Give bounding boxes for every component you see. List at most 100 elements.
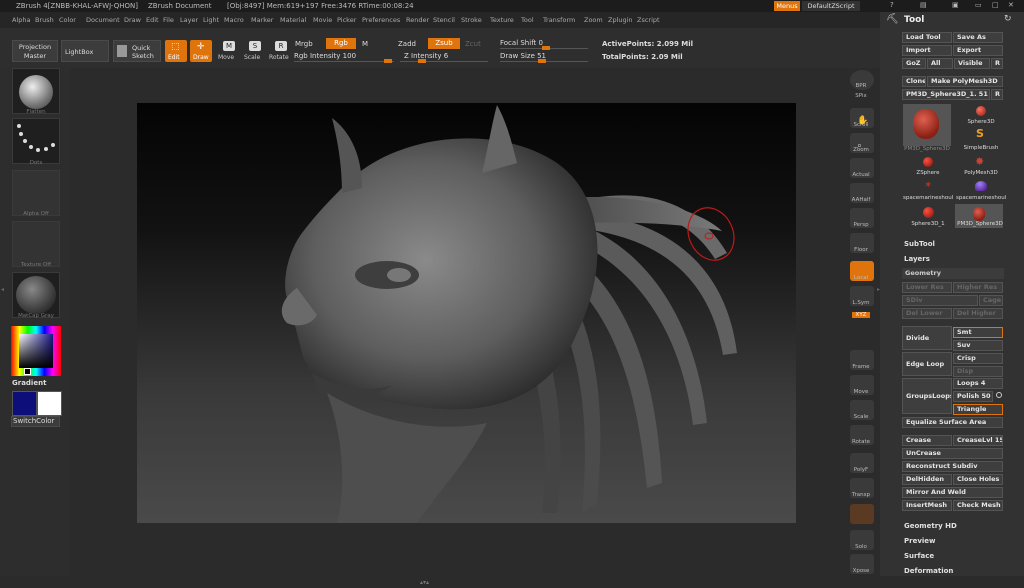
menu-item[interactable]: Zplugin xyxy=(608,16,633,24)
refresh-icon[interactable]: ↻ xyxy=(1004,14,1012,24)
polish-circle-icon[interactable] xyxy=(996,392,1002,398)
make-polymesh-button[interactable]: Make PolyMesh3D xyxy=(927,76,1003,87)
menu-item[interactable]: Material xyxy=(280,16,306,24)
geometry-section-header[interactable]: Geometry xyxy=(902,268,1004,279)
menu-item[interactable]: Layer xyxy=(180,16,198,24)
menu-item[interactable]: Brush xyxy=(35,16,54,24)
geometry-hd-section[interactable]: Geometry HD xyxy=(904,522,957,530)
clone-button[interactable]: Clone xyxy=(902,76,926,87)
projection-master-button[interactable]: Projection Master xyxy=(12,40,58,62)
load-tool-button[interactable]: Load Tool xyxy=(902,32,952,43)
quick-sketch-button[interactable]: Quick Sketch xyxy=(113,40,161,62)
main-color-swatch[interactable] xyxy=(12,391,37,416)
color-picker-marker[interactable] xyxy=(24,368,31,375)
menus-button[interactable]: Menus xyxy=(774,1,800,11)
color-picker[interactable] xyxy=(11,326,61,376)
import-button[interactable]: Import xyxy=(902,45,952,56)
z-intensity-slider[interactable]: Z Intensity 6 xyxy=(404,52,448,60)
sphere3d-icon[interactable] xyxy=(976,106,986,116)
crease-button[interactable]: Crease xyxy=(902,435,952,446)
menu-item[interactable]: Draw xyxy=(124,16,141,24)
menu-item[interactable]: Document xyxy=(86,16,120,24)
export-button[interactable]: Export xyxy=(953,45,1003,56)
groups-loops-button[interactable]: GroupsLoops xyxy=(902,378,952,414)
minimize-icon[interactable]: ▭ xyxy=(975,1,982,9)
switch-color-button[interactable]: SwitchColor xyxy=(11,416,60,427)
simplebrush-icon[interactable]: S xyxy=(976,127,984,140)
spacemarine-icon[interactable]: ✶ xyxy=(924,180,932,191)
help-icon[interactable]: ? xyxy=(890,1,894,9)
menu-item[interactable]: Macro xyxy=(224,16,244,24)
layers-section[interactable]: Layers xyxy=(904,255,930,263)
del-lower-button[interactable]: Del Lower xyxy=(902,308,952,319)
menu-item[interactable]: Movie xyxy=(313,16,332,24)
menu-item[interactable]: Zscript xyxy=(637,16,660,24)
zsub-toggle[interactable]: Zsub xyxy=(428,38,460,49)
layout-icon[interactable]: ▤ xyxy=(920,1,927,9)
draw-size-handle[interactable] xyxy=(538,59,546,63)
brush-selector[interactable] xyxy=(12,68,60,114)
check-mesh-button[interactable]: Check Mesh xyxy=(953,500,1003,511)
color-picker-square[interactable] xyxy=(19,334,53,368)
crisp-toggle[interactable]: Crisp xyxy=(953,353,1003,364)
all-button[interactable]: All xyxy=(927,58,953,69)
save-as-button[interactable]: Save As xyxy=(953,32,1003,43)
zcut-toggle[interactable]: Zcut xyxy=(465,40,481,48)
spacemarine-helmet-icon[interactable] xyxy=(975,181,987,191)
del-higher-button[interactable]: Del Higher xyxy=(953,308,1003,319)
menu-item[interactable]: File xyxy=(163,16,174,24)
lightbox-button[interactable]: LightBox xyxy=(61,40,109,62)
menu-item[interactable]: Marker xyxy=(251,16,273,24)
focal-shift-slider[interactable]: Focal Shift 0 xyxy=(500,39,543,47)
current-tool-r-button[interactable]: R xyxy=(991,89,1003,100)
cage-button[interactable]: Cage xyxy=(979,295,1003,306)
delhidden-button[interactable]: DelHidden xyxy=(902,474,952,485)
xyz-toggle[interactable]: XYZ xyxy=(852,312,870,318)
secondary-color-swatch[interactable] xyxy=(37,391,62,416)
suv-toggle[interactable]: Suv xyxy=(953,340,1003,351)
sphere3d-1-icon[interactable] xyxy=(923,207,934,218)
z-intensity-handle[interactable] xyxy=(418,59,426,63)
equalize-surface-area-button[interactable]: Equalize Surface Area xyxy=(902,417,1003,428)
menu-item[interactable]: Stencil xyxy=(433,16,455,24)
menu-item[interactable]: Preferences xyxy=(362,16,400,24)
edit-button[interactable]: ⬚ Edit xyxy=(165,40,187,62)
mrgb-toggle[interactable]: Mrgb xyxy=(295,40,313,48)
draw-button[interactable]: ✛ Draw xyxy=(190,40,212,62)
reconstruct-subdiv-button[interactable]: Reconstruct Subdiv xyxy=(902,461,1003,472)
preview-section[interactable]: Preview xyxy=(904,537,936,545)
menu-item[interactable]: Color xyxy=(59,16,76,24)
menu-item[interactable]: Texture xyxy=(490,16,514,24)
menu-item[interactable]: Transform xyxy=(543,16,575,24)
surface-section[interactable]: Surface xyxy=(904,552,934,560)
menu-item[interactable]: Zoom xyxy=(584,16,603,24)
uncrease-button[interactable]: UnCrease xyxy=(902,448,1003,459)
left-tray-handle[interactable]: ◂ xyxy=(1,286,4,293)
menu-item[interactable]: Render xyxy=(406,16,429,24)
triangle-toggle[interactable]: Triangle xyxy=(953,404,1003,415)
rotate-button[interactable]: R Rotate xyxy=(268,40,290,62)
rgb-intensity-handle[interactable] xyxy=(384,59,392,63)
menu-item[interactable]: Stroke xyxy=(461,16,482,24)
goz-button[interactable]: GoZ xyxy=(902,58,926,69)
menu-item[interactable]: Alpha xyxy=(12,16,30,24)
sdiv-slider[interactable]: SDiv xyxy=(902,295,978,306)
canvas-viewport[interactable] xyxy=(137,103,796,523)
close-holes-button[interactable]: Close Holes xyxy=(953,474,1003,485)
crease-level-slider[interactable]: CreaseLvl 15 xyxy=(953,435,1003,446)
visible-button[interactable]: Visible xyxy=(954,58,990,69)
lower-res-button[interactable]: Lower Res xyxy=(902,282,952,293)
deformation-section[interactable]: Deformation xyxy=(904,567,953,575)
maximize-icon[interactable]: □ xyxy=(992,1,999,9)
spix-slider[interactable]: SPix xyxy=(846,93,876,99)
default-zscript-button[interactable]: DefaultZScript xyxy=(802,1,860,11)
menu-item[interactable]: Edit xyxy=(146,16,159,24)
rgb-toggle[interactable]: Rgb xyxy=(326,38,356,49)
bottom-tray-handle[interactable]: ▴▾▴ xyxy=(420,569,480,586)
scale-button[interactable]: S Scale xyxy=(242,40,264,62)
subtool-section[interactable]: SubTool xyxy=(904,240,935,248)
insert-mesh-button[interactable]: InsertMesh xyxy=(902,500,952,511)
tool-thumb-pm3d[interactable] xyxy=(903,104,951,146)
close-icon[interactable]: ✕ xyxy=(1008,1,1014,9)
mirror-and-weld-button[interactable]: Mirror And Weld xyxy=(902,487,1003,498)
